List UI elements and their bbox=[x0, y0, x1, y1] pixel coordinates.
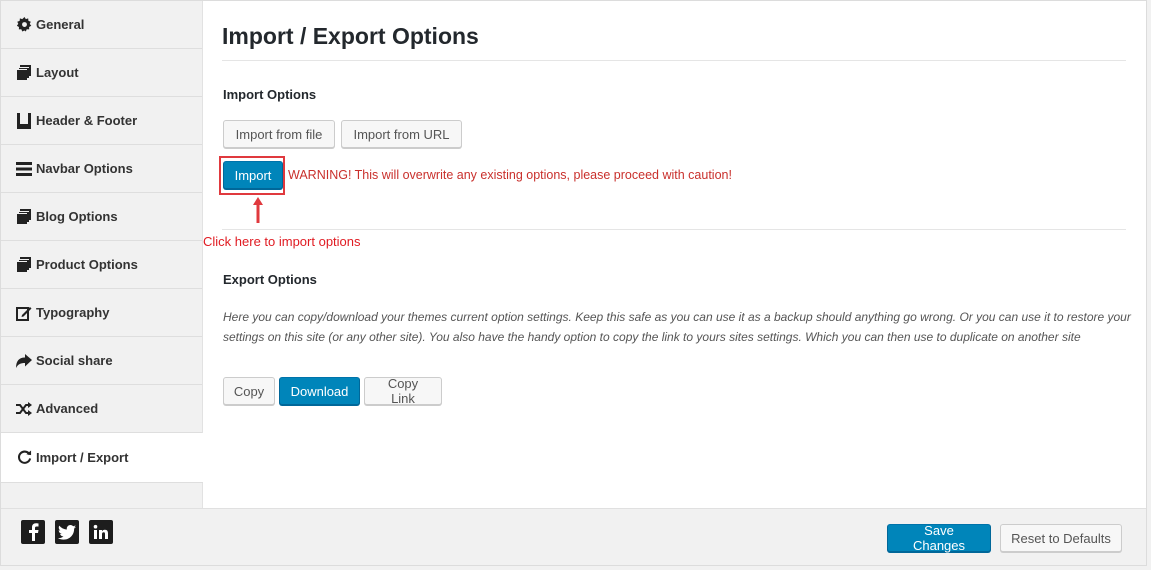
page-title: Import / Export Options bbox=[222, 23, 479, 49]
sidebar-item-navbar-options[interactable]: Navbar Options bbox=[1, 145, 202, 193]
sidebar-item-label: Blog Options bbox=[36, 209, 118, 224]
sidebar-item-blog-options[interactable]: Blog Options bbox=[1, 193, 202, 241]
facebook-icon[interactable] bbox=[21, 520, 45, 544]
sidebar-item-label: Social share bbox=[36, 353, 113, 368]
copy-icon bbox=[15, 209, 33, 225]
copy-link-button[interactable]: Copy Link bbox=[364, 376, 442, 406]
divider bbox=[222, 229, 1126, 230]
sidebar-item-label: Navbar Options bbox=[36, 161, 133, 176]
copy-icon bbox=[15, 65, 33, 81]
sidebar-item-product-options[interactable]: Product Options bbox=[1, 241, 202, 289]
arrow-up-icon bbox=[253, 197, 263, 223]
import-from-file-button[interactable]: Import from file bbox=[223, 120, 335, 148]
sidebar-item-header-footer[interactable]: Header & Footer bbox=[1, 97, 202, 145]
import-annotation: Click here to import options bbox=[203, 234, 361, 249]
sidebar-item-label: Advanced bbox=[36, 401, 99, 416]
sidebar-item-typography[interactable]: Typography bbox=[1, 289, 202, 337]
bars-icon bbox=[15, 161, 33, 177]
linkedin-icon[interactable] bbox=[89, 520, 113, 544]
sidebar-item-import-export[interactable]: Import / Export bbox=[1, 433, 203, 483]
copy-icon bbox=[15, 257, 33, 273]
divider bbox=[222, 60, 1126, 61]
export-description: Here you can copy/download your themes c… bbox=[223, 310, 1131, 344]
sidebar-item-label: Layout bbox=[36, 65, 79, 80]
copy-button[interactable]: Copy bbox=[223, 377, 275, 405]
sidebar-item-layout[interactable]: Layout bbox=[1, 49, 202, 97]
reset-to-defaults-button[interactable]: Reset to Defaults bbox=[1000, 524, 1122, 552]
share-icon bbox=[15, 353, 33, 369]
import-button[interactable]: Import bbox=[223, 161, 283, 189]
save-changes-button[interactable]: Save Changes bbox=[887, 523, 991, 553]
random-icon bbox=[15, 401, 33, 417]
import-options-heading: Import Options bbox=[223, 87, 317, 102]
sidebar: General Layout Header & Footer Navbar Op… bbox=[1, 1, 203, 508]
main-content: Import / Export Options Import Options I… bbox=[203, 1, 1146, 508]
sidebar-item-label: Product Options bbox=[36, 257, 138, 272]
sidebar-item-social-share[interactable]: Social share bbox=[1, 337, 202, 385]
footer-bar: Save Changes Reset to Defaults bbox=[1, 508, 1146, 565]
import-warning: WARNING! This will overwrite any existin… bbox=[288, 168, 732, 182]
edit-icon bbox=[15, 305, 33, 321]
sidebar-item-label: Import / Export bbox=[36, 450, 129, 465]
header-footer-icon bbox=[15, 112, 33, 129]
import-from-url-button[interactable]: Import from URL bbox=[341, 120, 462, 148]
sidebar-item-general[interactable]: General bbox=[1, 1, 202, 49]
twitter-icon[interactable] bbox=[55, 520, 79, 544]
export-options-heading: Export Options bbox=[223, 272, 317, 287]
sidebar-item-label: General bbox=[36, 17, 85, 32]
download-button[interactable]: Download bbox=[279, 377, 360, 405]
sidebar-item-label: Header & Footer bbox=[36, 113, 138, 128]
sidebar-item-advanced[interactable]: Advanced bbox=[1, 385, 202, 433]
refresh-icon bbox=[15, 450, 33, 466]
sidebar-item-label: Typography bbox=[36, 305, 110, 320]
gear-icon bbox=[15, 17, 33, 33]
